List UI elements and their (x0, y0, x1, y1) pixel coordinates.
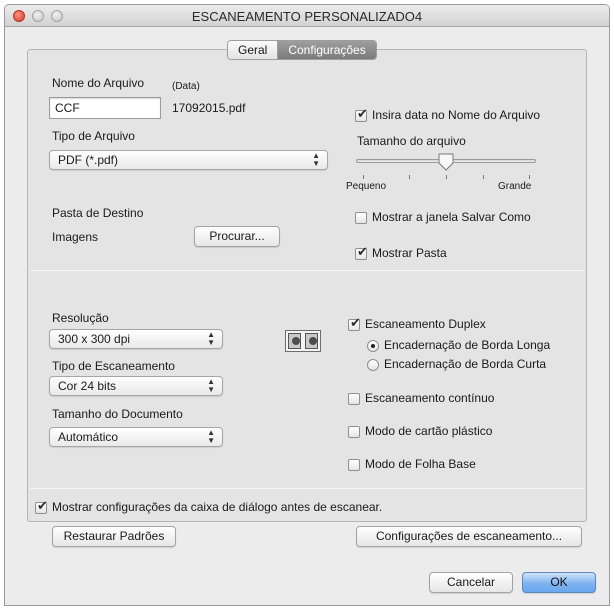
insert-date-checkbox[interactable] (355, 106, 368, 122)
show-dialog-label: Mostrar configurações da caixa de diálog… (52, 500, 383, 514)
insert-date-label: Insira data no Nome do Arquivo (372, 108, 541, 122)
plastic-card-label: Modo de cartão plástico (365, 424, 493, 438)
show-folder-checkbox[interactable] (355, 244, 368, 260)
file-size-slider-thumb[interactable] (438, 153, 454, 171)
short-edge-radio[interactable] (367, 359, 379, 371)
file-type-label: Tipo de Arquivo (52, 129, 135, 143)
section-divider (30, 270, 584, 271)
continuous-scan-checkbox[interactable] (348, 393, 360, 405)
duplex-scan-icon (285, 330, 321, 352)
scan-settings-button[interactable]: Configurações de escaneamento... (356, 526, 582, 547)
long-edge-radio[interactable] (367, 340, 379, 352)
file-name-preview: 17092015.pdf (172, 101, 246, 115)
slider-tick (483, 175, 484, 179)
ok-button[interactable]: OK (522, 572, 596, 593)
file-size-min-label: Pequeno (346, 181, 387, 192)
file-type-select[interactable]: PDF (*.pdf) ▲ ▼ (49, 150, 328, 170)
file-name-label: Nome do Arquivo (52, 76, 145, 90)
slider-tick (363, 175, 364, 179)
date-hint-label: (Data) (172, 81, 200, 92)
tab-configuracoes[interactable]: Configurações (277, 41, 376, 59)
scan-type-label: Tipo de Escaneamento (52, 359, 175, 373)
resolution-select[interactable]: 300 x 300 dpi ▲ ▼ (49, 329, 223, 349)
select-arrows-icon: ▲ ▼ (207, 428, 215, 445)
show-folder-label: Mostrar Pasta (372, 246, 447, 260)
destination-folder: Imagens (52, 230, 99, 244)
document-size-label: Tamanho do Documento (52, 407, 183, 421)
slider-tick (529, 175, 530, 179)
file-size-max-label: Grande (498, 181, 532, 192)
select-arrows-icon: ▲ ▼ (312, 151, 320, 168)
file-size-label: Tamanho do arquivo (357, 134, 466, 148)
slider-tick (446, 175, 447, 179)
cancel-button[interactable]: Cancelar (429, 572, 513, 593)
duplex-scan-checkbox[interactable] (348, 315, 361, 331)
long-edge-label: Encadernação de Borda Longa (384, 338, 551, 352)
window-title: ESCANEAMENTO PERSONALIZADO4 (191, 9, 423, 24)
plastic-card-checkbox[interactable] (348, 426, 360, 438)
carrier-sheet-checkbox[interactable] (348, 459, 360, 471)
duplex-scan-label: Escaneamento Duplex (365, 317, 486, 331)
file-name-input[interactable]: CCF (49, 97, 161, 119)
resolution-value: 300 x 300 dpi (58, 332, 131, 346)
short-edge-label: Encadernação de Borda Curta (384, 357, 547, 371)
carrier-sheet-label: Modo de Folha Base (365, 457, 476, 471)
continuous-scan-label: Escaneamento contínuo (365, 391, 495, 405)
show-save-as-label: Mostrar a janela Salvar Como (372, 210, 531, 224)
document-size-select[interactable]: Automático ▲ ▼ (49, 427, 223, 447)
file-type-value: PDF (*.pdf) (58, 153, 119, 167)
tab-geral[interactable]: Geral (228, 41, 278, 59)
slider-tick (409, 175, 410, 179)
select-arrows-icon: ▲ ▼ (207, 377, 215, 394)
restore-defaults-button[interactable]: Restaurar Padrões (52, 526, 176, 547)
browse-button[interactable]: Procurar... (194, 226, 280, 247)
title-bar[interactable]: ESCANEAMENTO PERSONALIZADO4 (5, 5, 609, 27)
scan-type-value: Cor 24 bits (58, 379, 117, 393)
show-dialog-checkbox[interactable] (35, 498, 48, 514)
resolution-label: Resolução (52, 311, 109, 325)
document-size-value: Automático (58, 430, 119, 444)
show-save-as-checkbox[interactable] (355, 212, 367, 224)
tab-bar: Geral Configurações (227, 40, 377, 60)
scan-type-select[interactable]: Cor 24 bits ▲ ▼ (49, 376, 223, 396)
destination-label: Pasta de Destino (52, 206, 144, 220)
section-divider (30, 488, 584, 489)
select-arrows-icon: ▲ ▼ (207, 330, 215, 347)
